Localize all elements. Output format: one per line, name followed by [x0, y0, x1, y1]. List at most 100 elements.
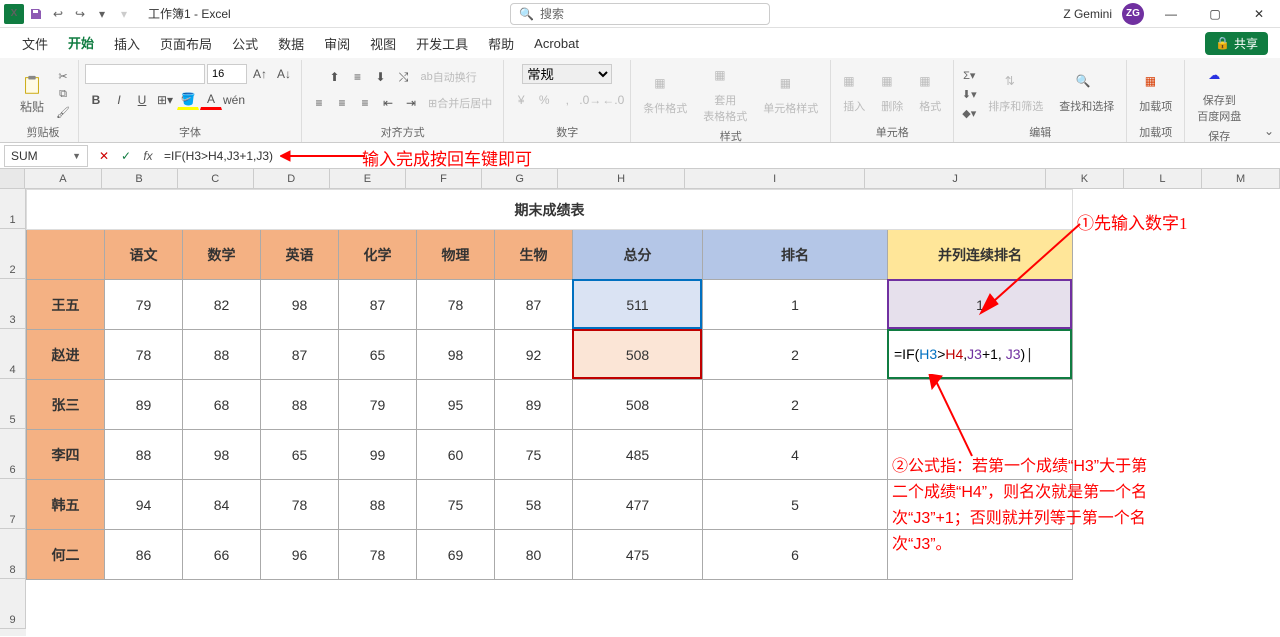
font-color-button[interactable]: A: [200, 90, 222, 110]
redo-icon[interactable]: ↪: [70, 4, 90, 24]
sort-filter-button[interactable]: ⇅排序和筛选: [982, 70, 1049, 118]
font-name-input[interactable]: [85, 64, 205, 84]
autosum-icon[interactable]: Σ▾: [960, 67, 978, 83]
group-styles: ▦条件格式 ▦套用 表格格式 ▦单元格样式 样式: [631, 60, 831, 142]
select-all-corner[interactable]: [0, 169, 25, 188]
italic-button[interactable]: I: [108, 90, 130, 110]
tab-data[interactable]: 数据: [268, 28, 314, 59]
undo-icon[interactable]: ↩: [48, 4, 68, 24]
col-header-K[interactable]: K: [1046, 169, 1124, 188]
row-header-3[interactable]: 3: [0, 279, 26, 329]
col-header-H[interactable]: H: [558, 169, 685, 188]
phonetic-button[interactable]: wén: [223, 90, 245, 110]
row-header-6[interactable]: 6: [0, 429, 26, 479]
row-header-7[interactable]: 7: [0, 479, 26, 529]
percent-icon[interactable]: %: [533, 90, 555, 110]
col-header-D[interactable]: D: [254, 169, 330, 188]
col-header-A[interactable]: A: [25, 169, 101, 188]
copy-icon[interactable]: ⧉: [54, 86, 72, 102]
cell-styles-button[interactable]: ▦单元格样式: [757, 72, 824, 120]
comma-icon[interactable]: ,: [556, 90, 578, 110]
col-header-F[interactable]: F: [406, 169, 482, 188]
merge-button[interactable]: ⊞ 合并后居中: [423, 93, 497, 113]
bold-button[interactable]: B: [85, 90, 107, 110]
align-top-icon[interactable]: ⬆: [324, 67, 346, 87]
col-header-G[interactable]: G: [482, 169, 558, 188]
tab-home[interactable]: 开始: [58, 27, 104, 60]
user-avatar[interactable]: ZG: [1122, 3, 1144, 25]
col-header-M[interactable]: M: [1202, 169, 1280, 188]
col-header-J[interactable]: J: [865, 169, 1045, 188]
font-size-input[interactable]: [207, 64, 247, 84]
col-header-B[interactable]: B: [102, 169, 178, 188]
number-format-select[interactable]: 常规: [522, 64, 612, 84]
conditional-format-button[interactable]: ▦条件格式: [637, 72, 693, 120]
delete-cells-button[interactable]: ▦删除: [875, 70, 909, 118]
row-header-8[interactable]: 8: [0, 529, 26, 579]
enter-formula-icon[interactable]: ✓: [116, 146, 136, 166]
group-font: A↑ A↓ B I U ⊞▾ 🪣 A wén 字体: [79, 60, 302, 142]
tab-help[interactable]: 帮助: [478, 28, 524, 59]
inc-decimal-icon[interactable]: .0→: [579, 90, 601, 110]
close-button[interactable]: ✕: [1242, 0, 1276, 28]
cancel-formula-icon[interactable]: ✕: [94, 146, 114, 166]
format-painter-icon[interactable]: 🖌: [54, 104, 72, 120]
cells-area[interactable]: 期末成绩表语文数学英语化学物理生物总分排名并列连续排名王五79829887788…: [26, 189, 1280, 636]
format-cells-button[interactable]: ▦格式: [913, 70, 947, 118]
underline-button[interactable]: U: [131, 90, 153, 110]
fill-color-button[interactable]: 🪣: [177, 90, 199, 110]
tab-layout[interactable]: 页面布局: [150, 28, 222, 59]
format-table-button[interactable]: ▦套用 表格格式: [697, 64, 753, 128]
save-baidu-button[interactable]: ☁保存到 百度网盘: [1191, 64, 1247, 128]
row-header-4[interactable]: 4: [0, 329, 26, 379]
wrap-text-button[interactable]: ab 自动换行: [416, 67, 482, 87]
insert-cells-button[interactable]: ▦插入: [837, 70, 871, 118]
clear-icon[interactable]: ◆▾: [960, 105, 978, 121]
share-button[interactable]: 🔒 共享: [1205, 32, 1268, 55]
align-center-icon[interactable]: ≡: [331, 93, 353, 113]
addins-button[interactable]: ▦加载项: [1133, 70, 1178, 118]
align-right-icon[interactable]: ≡: [354, 93, 376, 113]
row-header-9[interactable]: 9: [0, 579, 26, 629]
maximize-button[interactable]: ▢: [1198, 0, 1232, 28]
col-header-E[interactable]: E: [330, 169, 406, 188]
tab-file[interactable]: 文件: [12, 28, 58, 59]
ribbon-tabs: 文件 开始 插入 页面布局 公式 数据 审阅 视图 开发工具 帮助 Acroba…: [0, 28, 1280, 58]
qat-more-icon[interactable]: ▾: [92, 4, 112, 24]
align-left-icon[interactable]: ≡: [308, 93, 330, 113]
tab-acrobat[interactable]: Acrobat: [524, 30, 589, 57]
row-header-1[interactable]: 1: [0, 189, 26, 229]
name-box[interactable]: SUM▼: [4, 145, 88, 167]
paste-button[interactable]: 粘贴: [14, 70, 50, 119]
shrink-font-icon[interactable]: A↓: [273, 64, 295, 84]
tab-formulas[interactable]: 公式: [222, 28, 268, 59]
currency-icon[interactable]: ¥: [510, 90, 532, 110]
search-box[interactable]: 🔍 搜索: [510, 3, 770, 25]
cut-icon[interactable]: ✂: [54, 68, 72, 84]
indent-inc-icon[interactable]: ⇥: [400, 93, 422, 113]
fill-icon[interactable]: ⬇▾: [960, 86, 978, 102]
indent-dec-icon[interactable]: ⇤: [377, 93, 399, 113]
grow-font-icon[interactable]: A↑: [249, 64, 271, 84]
orientation-icon[interactable]: ⤭: [393, 67, 415, 87]
tab-dev[interactable]: 开发工具: [406, 28, 478, 59]
formula-input[interactable]: [158, 145, 1280, 167]
col-header-I[interactable]: I: [685, 169, 865, 188]
user-name[interactable]: Z Gemini: [1063, 7, 1112, 21]
tab-review[interactable]: 审阅: [314, 28, 360, 59]
minimize-button[interactable]: —: [1154, 0, 1188, 28]
collapse-ribbon-icon[interactable]: ⌄: [1264, 124, 1274, 138]
row-header-5[interactable]: 5: [0, 379, 26, 429]
tab-insert[interactable]: 插入: [104, 28, 150, 59]
border-button[interactable]: ⊞▾: [154, 90, 176, 110]
align-middle-icon[interactable]: ≡: [347, 67, 369, 87]
fx-icon[interactable]: fx: [138, 146, 158, 166]
col-header-C[interactable]: C: [178, 169, 254, 188]
col-header-L[interactable]: L: [1124, 169, 1202, 188]
align-bottom-icon[interactable]: ⬇: [370, 67, 392, 87]
tab-view[interactable]: 视图: [360, 28, 406, 59]
row-header-2[interactable]: 2: [0, 229, 26, 279]
save-icon[interactable]: [26, 4, 46, 24]
dec-decimal-icon[interactable]: ←.0: [602, 90, 624, 110]
find-select-button[interactable]: 🔍查找和选择: [1053, 70, 1120, 118]
